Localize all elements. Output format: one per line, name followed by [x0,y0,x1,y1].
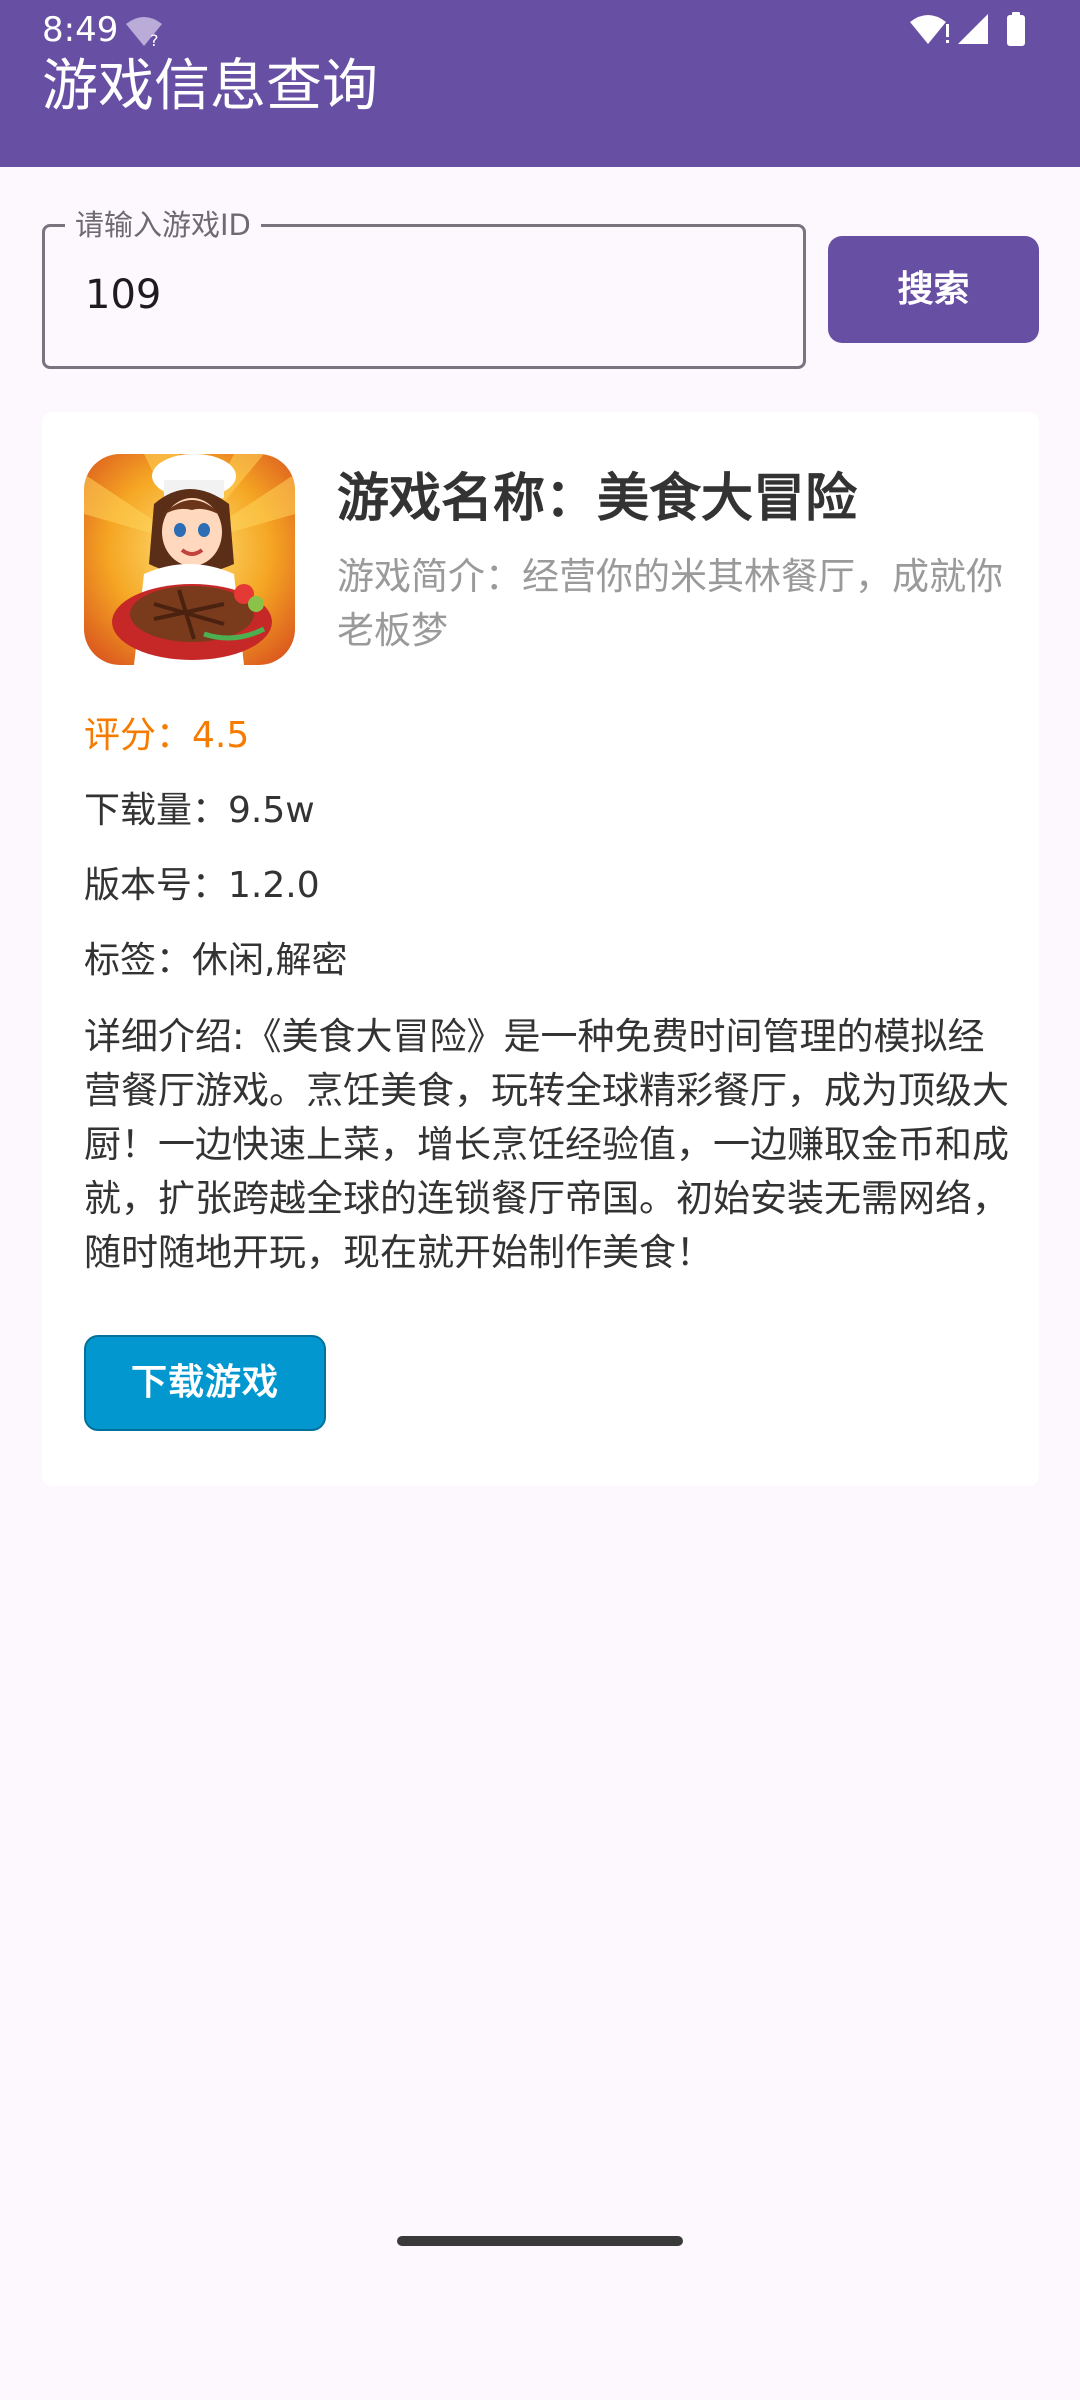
home-indicator[interactable] [397,2236,683,2246]
game-info-card: 游戏名称：美食大冒险 游戏简介：经营你的米其林餐厅，成就你老板梦 评分：4.5 … [42,412,1039,1486]
status-time: 8:49 [42,10,119,50]
wifi-alert-icon [910,15,949,44]
battery-icon [1007,12,1025,46]
app-bar: 8:49 ? 游戏信息查询 [0,0,1080,167]
game-id-label: 请输入游戏ID [65,207,261,243]
game-id-field[interactable]: 请输入游戏ID [42,207,806,369]
game-details: 详细介绍:《美食大冒险》是一种免费时间管理的模拟经营餐厅游戏。烹饪美食，玩转全球… [84,1015,1009,1274]
chef-game-icon [84,454,295,665]
page-title: 游戏信息查询 [42,54,378,119]
signal-icon [958,14,988,44]
game-version: 版本号：1.2.0 [84,865,320,906]
download-game-button[interactable]: 下载游戏 [84,1335,326,1431]
status-icons [910,12,1025,46]
game-rating: 评分：4.5 [84,715,250,756]
game-tags: 标签：休闲,解密 [84,940,348,981]
game-downloads: 下载量：9.5w [84,790,315,831]
game-summary: 游戏简介：经营你的米其林餐厅，成就你老板梦 [337,555,1003,652]
search-button[interactable]: 搜索 [828,236,1039,343]
game-name: 游戏名称：美食大冒险 [337,469,858,529]
wifi-question-icon: ? [126,17,162,48]
game-id-input[interactable] [85,265,765,325]
svg-text:?: ? [150,31,159,48]
